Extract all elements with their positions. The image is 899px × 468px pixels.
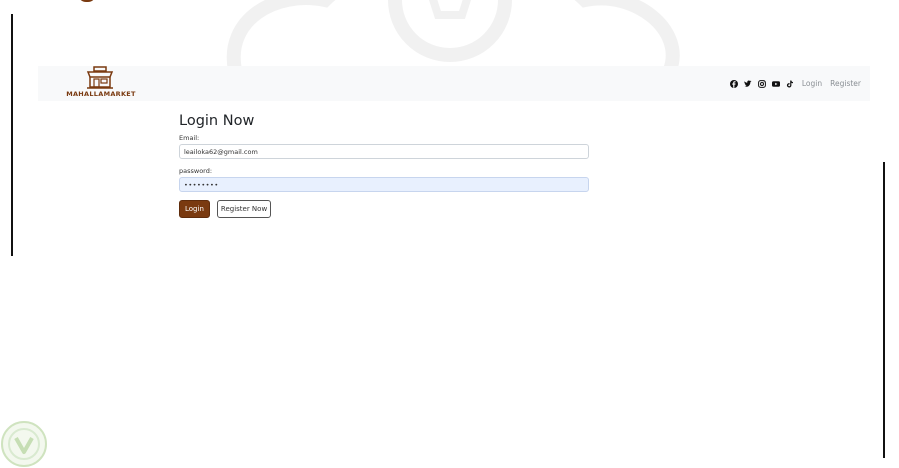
brand-logo[interactable]: MAHALLAMARKET [65, 66, 137, 101]
youtube-icon[interactable] [771, 80, 780, 88]
nav-register-link[interactable]: Register [830, 79, 861, 88]
left-divider [11, 14, 13, 256]
instagram-icon[interactable] [757, 79, 766, 88]
password-field[interactable]: •••••••• [179, 177, 589, 192]
password-value: •••••••• [184, 180, 219, 189]
top-decoration [78, 0, 96, 2]
right-divider [883, 162, 885, 458]
form-actions: Login Register Now [179, 200, 591, 218]
email-label: Email: [179, 134, 200, 142]
twitter-icon[interactable] [744, 80, 752, 88]
email-value: leailoka62@gmail.com [184, 147, 258, 156]
brand-name: MAHALLAMARKET [66, 90, 136, 98]
nav-login-link[interactable]: Login [802, 79, 822, 88]
nav-right: Login Register [729, 79, 861, 88]
corner-badge-icon [1, 421, 47, 467]
login-form: Login Now Email: leailoka62@gmail.com pa… [179, 112, 591, 218]
page-title: Login Now [179, 113, 255, 129]
register-now-button[interactable]: Register Now [216, 200, 272, 218]
storefront-icon [86, 66, 114, 89]
facebook-icon[interactable] [729, 79, 738, 88]
password-label: password: [179, 167, 213, 175]
navbar: MAHALLAMARKET Login Register [38, 66, 870, 101]
tiktok-icon[interactable] [786, 80, 794, 88]
login-button[interactable]: Login [179, 200, 210, 218]
email-field[interactable]: leailoka62@gmail.com [179, 144, 589, 159]
